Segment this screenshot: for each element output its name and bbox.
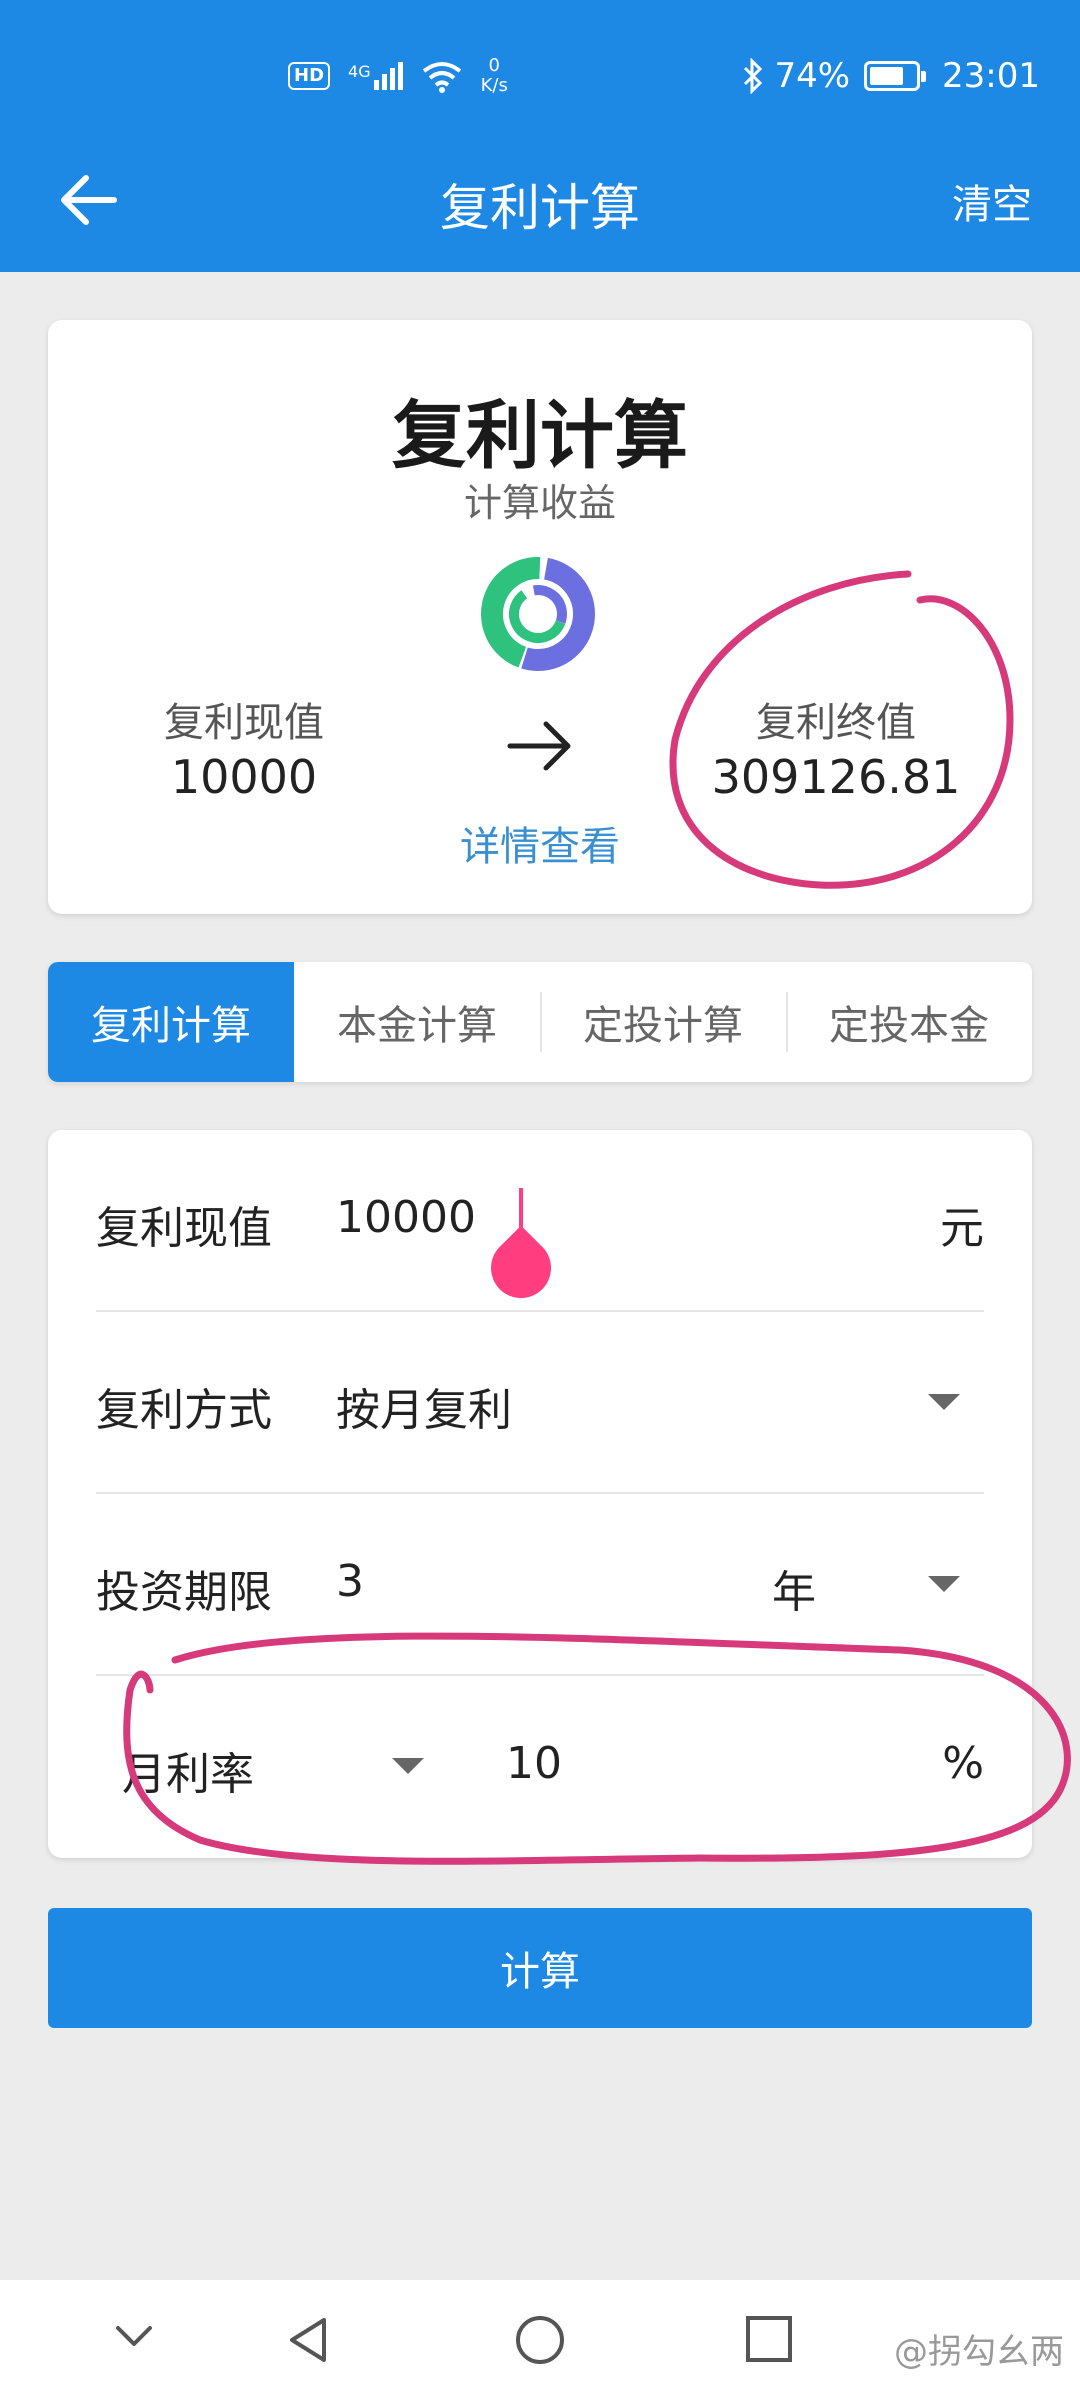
tab-regular-invest-principal[interactable]: 定投本金	[786, 962, 1032, 1082]
rate-row: 月利率 10 %	[96, 1676, 984, 1858]
nav-back-icon[interactable]	[282, 2314, 334, 2366]
chevron-down-icon[interactable]	[392, 1758, 424, 1774]
summary-card: 复利计算 计算收益 复利现值 10000 复利终值 309126.81 详情查看	[48, 320, 1032, 914]
compound-method-row[interactable]: 复利方式 按月复利	[96, 1312, 984, 1494]
battery-percent: 74%	[774, 56, 851, 96]
term-unit-select[interactable]: 年	[772, 1556, 816, 1620]
status-bar: HD 4G 0 K/s 74% 23:01	[0, 50, 1080, 110]
page-title: 复利计算	[440, 179, 640, 237]
present-value-row: 复利现值 10000 元	[96, 1130, 984, 1312]
present-value-field-label: 复利现值	[96, 1203, 272, 1254]
percent-unit: %	[942, 1738, 984, 1789]
cursor-handle[interactable]	[478, 1225, 564, 1311]
system-nav-bar: @拐勾幺两	[0, 2280, 1080, 2400]
chevron-down-icon[interactable]	[928, 1576, 960, 1592]
watermark: @拐勾幺两	[894, 2332, 1064, 2372]
rate-input[interactable]: 10	[506, 1738, 562, 1789]
present-value-input[interactable]: 10000	[336, 1192, 476, 1243]
input-form: 复利现值 10000 元 复利方式 按月复利 投资期限 3 年 月利率 10 %	[48, 1130, 1032, 1858]
calculation-tabs: 复利计算 本金计算 定投计算 定投本金	[48, 962, 1032, 1082]
detail-link[interactable]: 详情查看	[48, 814, 1032, 872]
compound-method-select[interactable]: 按月复利	[336, 1374, 512, 1438]
signal-icon: 4G	[348, 62, 403, 90]
hd-indicator: HD	[288, 62, 331, 90]
chevron-down-icon[interactable]	[928, 1394, 960, 1410]
arrow-right-icon	[507, 721, 571, 771]
tab-compound-calc[interactable]: 复利计算	[48, 962, 294, 1082]
currency-unit: 元	[940, 1203, 984, 1254]
clock: 23:01	[942, 56, 1040, 96]
term-label: 投资期限	[96, 1567, 272, 1618]
chevron-down-icon[interactable]	[112, 2314, 156, 2358]
term-input[interactable]: 3	[336, 1556, 364, 1607]
future-value: 309126.81	[711, 750, 961, 804]
status-left: HD 4G 0 K/s	[288, 56, 508, 96]
nav-recents-icon[interactable]	[744, 2314, 794, 2364]
app-bar: 复利计算 清空	[0, 150, 1080, 246]
clear-button[interactable]: 清空	[952, 172, 1032, 230]
present-value-label: 复利现值	[164, 700, 324, 746]
status-right: 74% 23:01	[742, 56, 1040, 96]
wifi-icon	[422, 62, 461, 93]
header: HD 4G 0 K/s 74% 23:01 复利计算 清空	[0, 0, 1080, 272]
donut-chart-icon	[481, 557, 595, 671]
compute-button[interactable]: 计算	[48, 1908, 1032, 2028]
network-speed: 0 K/s	[480, 55, 508, 96]
compound-method-label: 复利方式	[96, 1385, 272, 1436]
tab-regular-invest-calc[interactable]: 定投计算	[540, 962, 786, 1082]
present-value: 10000	[170, 750, 318, 804]
battery-icon	[864, 61, 927, 91]
summary-title: 复利计算	[392, 393, 688, 479]
future-value-label: 复利终值	[756, 700, 916, 746]
term-row: 投资期限 3 年	[96, 1494, 984, 1676]
summary-subtitle: 计算收益	[463, 481, 616, 525]
battery-level	[870, 67, 904, 85]
tab-principal-calc[interactable]: 本金计算	[294, 962, 540, 1082]
bluetooth-icon	[744, 58, 763, 94]
rate-type-select[interactable]: 月利率	[122, 1738, 254, 1802]
nav-home-icon[interactable]	[514, 2314, 566, 2366]
